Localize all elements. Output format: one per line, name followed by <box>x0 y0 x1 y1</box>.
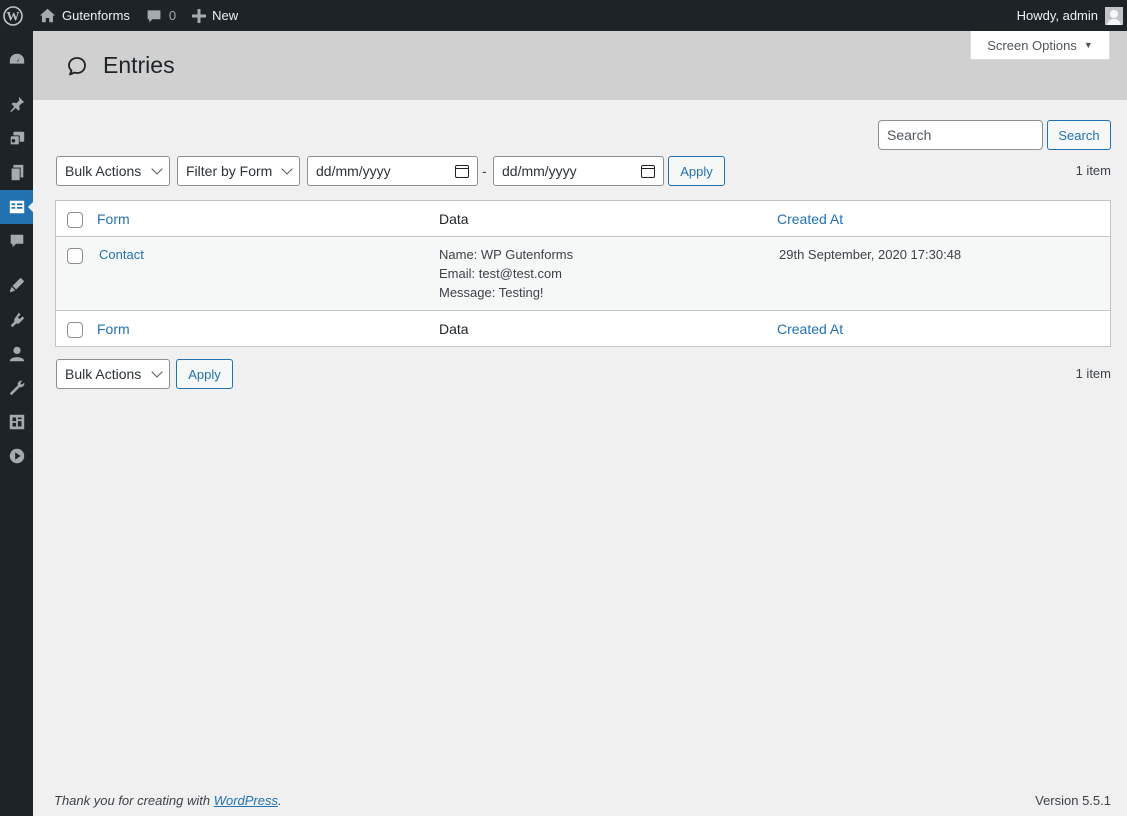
play-icon[interactable] <box>0 439 33 473</box>
column-data-footer: Data <box>439 321 469 337</box>
calendar-icon[interactable] <box>455 164 469 178</box>
tools-icon[interactable] <box>0 371 33 405</box>
row-checkbox[interactable] <box>67 248 83 264</box>
dashboard-icon[interactable] <box>0 43 33 77</box>
pages-icon[interactable] <box>0 156 33 190</box>
select-all-checkbox[interactable] <box>67 212 83 228</box>
settings-icon[interactable] <box>0 405 33 439</box>
filter-by-form-label: Filter by Form <box>186 163 273 179</box>
comments-count: 0 <box>168 8 177 23</box>
date-to-input[interactable]: dd/mm/yyyy <box>493 156 664 186</box>
search-button[interactable]: Search <box>1047 120 1111 150</box>
search-input[interactable]: Search <box>878 120 1043 150</box>
comment-bubble-icon <box>147 9 161 22</box>
entry-created-at: 29th September, 2020 17:30:48 <box>779 247 962 262</box>
items-count-bottom: 1 item <box>1075 366 1111 381</box>
footer-version: Version 5.5.1 <box>1035 793 1111 808</box>
entry-data: Name: WP Gutenforms Email: test@test.com… <box>439 245 573 302</box>
wordpress-logo-icon[interactable]: W <box>0 0 33 31</box>
bulk-actions-select-bottom[interactable]: Bulk Actions <box>56 359 170 389</box>
triangle-down-icon: ▼ <box>1083 40 1093 50</box>
entries-icon[interactable] <box>0 190 34 224</box>
apply-button[interactable]: Apply <box>668 156 725 186</box>
column-data-header: Data <box>439 211 469 227</box>
site-name: Gutenforms <box>62 8 130 23</box>
appearance-icon[interactable] <box>0 268 33 302</box>
footer-thanks: Thank you for creating with WordPress. <box>54 793 282 808</box>
greeting: Howdy, admin <box>1016 8 1098 23</box>
entry-data-line: Message: Testing! <box>439 285 544 300</box>
comments-icon[interactable] <box>0 224 33 258</box>
items-count: 1 item <box>1075 163 1111 178</box>
filter-by-form-select[interactable]: Filter by Form <box>177 156 300 186</box>
media-icon[interactable] <box>0 122 33 156</box>
column-form-header[interactable]: Form <box>97 211 130 227</box>
admin-menu <box>0 31 34 816</box>
my-account-link[interactable]: Howdy, admin <box>1009 0 1127 31</box>
pin-icon[interactable] <box>0 87 33 121</box>
bulk-actions-select[interactable]: Bulk Actions <box>56 156 170 186</box>
screen-options-label: Screen Options <box>987 37 1077 53</box>
admin-bar: W Gutenforms 0 New Howdy, admin <box>0 0 1127 31</box>
column-created-at-footer[interactable]: Created At <box>777 321 843 337</box>
home-icon <box>39 8 56 23</box>
search-placeholder: Search <box>887 127 932 143</box>
chevron-down-icon <box>151 366 163 378</box>
comment-outline-icon <box>68 57 86 76</box>
bulk-actions-label: Bulk Actions <box>65 366 142 382</box>
footer-thanks-suffix: . <box>278 793 282 808</box>
entries-table: Form Data Created At Contact Name: WP Gu… <box>55 200 1111 347</box>
avatar <box>1105 6 1123 25</box>
svg-text:W: W <box>7 8 20 23</box>
new-label: New <box>212 8 239 23</box>
date-to-value: dd/mm/yyyy <box>502 163 577 179</box>
table-row: Contact Name: WP Gutenforms Email: test@… <box>56 237 1110 311</box>
chevron-down-icon <box>151 163 163 175</box>
wordpress-link[interactable]: WordPress <box>214 793 278 808</box>
date-from-input[interactable]: dd/mm/yyyy <box>307 156 478 186</box>
date-from-value: dd/mm/yyyy <box>316 163 391 179</box>
new-content-link[interactable]: New <box>184 0 246 31</box>
comments-link[interactable]: 0 <box>138 0 184 31</box>
users-icon[interactable] <box>0 337 33 371</box>
calendar-icon[interactable] <box>641 164 655 178</box>
entry-data-line: Email: test@test.com <box>439 266 563 281</box>
select-all-checkbox-footer[interactable] <box>67 322 83 338</box>
screen-options-button[interactable]: Screen Options ▼ <box>970 31 1110 60</box>
footer-thanks-prefix: Thank you for creating with <box>54 793 214 808</box>
table-header-row: Form Data Created At <box>56 201 1110 237</box>
plus-icon <box>192 8 207 23</box>
apply-button-bottom[interactable]: Apply <box>176 359 233 389</box>
bulk-actions-label: Bulk Actions <box>65 163 142 179</box>
entry-form-link[interactable]: Contact <box>99 247 144 262</box>
plugins-icon[interactable] <box>0 303 33 337</box>
column-form-footer[interactable]: Form <box>97 321 130 337</box>
column-created-at-header[interactable]: Created At <box>777 211 843 227</box>
entry-data-line: Name: WP Gutenforms <box>439 247 574 262</box>
page-title: Entries <box>103 52 175 78</box>
page-header: Entries Screen Options ▼ <box>33 31 1127 100</box>
table-footer-row: Form Data Created At <box>56 311 1110 346</box>
site-name-link[interactable]: Gutenforms <box>33 0 138 31</box>
chevron-down-icon <box>281 163 293 175</box>
date-separator: - <box>482 163 487 179</box>
